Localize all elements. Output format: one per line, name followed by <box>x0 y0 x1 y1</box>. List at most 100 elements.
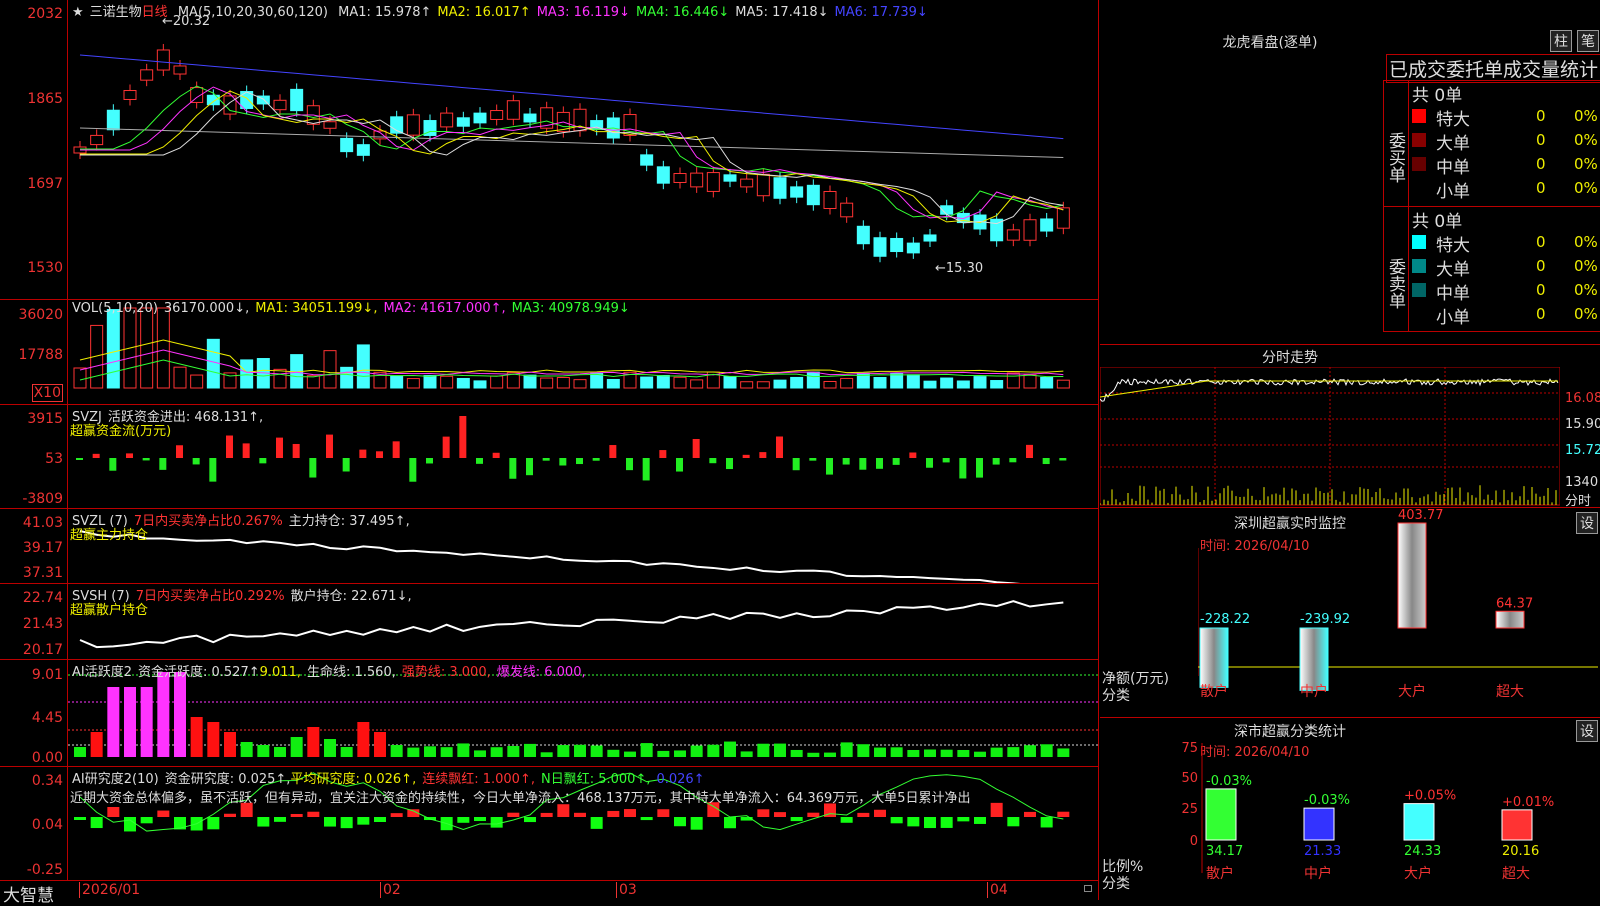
y-label: 9.01 <box>31 667 63 683</box>
value-label: 64.37 <box>1496 596 1533 611</box>
research-bar <box>290 813 303 817</box>
category-label: 中户 <box>1304 865 1332 882</box>
volume-bar <box>440 375 454 389</box>
research-bar <box>107 806 120 817</box>
color-swatch <box>1412 181 1426 195</box>
activity-bar <box>624 751 636 757</box>
vol-value: 36170.000↓, <box>163 301 250 316</box>
activity-bar <box>574 744 586 757</box>
svzl-y-axis: 41.03 39.17 37.31 <box>0 509 68 583</box>
sz-panel[interactable]: 深圳超赢实时监控 设 时间: 2026/04/10 403.77189.21-2… <box>1100 508 1600 718</box>
bar-button[interactable]: 柱 <box>1550 30 1572 52</box>
order-type: 特大 <box>1436 236 1470 256</box>
flow-bar <box>342 458 350 472</box>
flow-bar <box>609 445 617 458</box>
activity-bar <box>1057 748 1070 757</box>
activity-bar <box>774 743 786 757</box>
price-line <box>1100 378 1559 402</box>
star-icon[interactable]: ★ <box>72 5 84 20</box>
research-bar <box>624 809 636 817</box>
flow-bar <box>442 436 450 458</box>
research-bar <box>874 809 886 817</box>
flow-bar <box>876 458 883 469</box>
research-bar <box>907 817 920 827</box>
color-swatch <box>1412 283 1426 297</box>
fs-panel[interactable]: 分时走势 16.08 15.90 15.72 1340 分时 <box>1100 345 1600 509</box>
ai-research-panel[interactable]: 0.34 0.04 -0.25 AI研究度2(10) 资金研究度: 0.025↑,… <box>0 767 1098 881</box>
sf-chart[interactable]: 75 50 25 0 -0.03% 34.17 散户 -0.03% 21.33 中户 +0.05% 2… <box>1168 718 1568 900</box>
flow-bar <box>709 458 717 464</box>
ai1-strong: 强势线: 3.000, <box>401 665 491 680</box>
research-bar <box>924 817 936 829</box>
candle-body <box>740 178 754 188</box>
volume-bar <box>73 367 87 389</box>
flow-bar <box>759 452 767 458</box>
holding-line <box>79 530 1021 583</box>
activity-bar <box>1024 745 1036 757</box>
flow-bar <box>959 458 967 479</box>
candle-body <box>406 114 420 136</box>
volume-bar <box>106 309 120 389</box>
y-label: -0.25 <box>26 862 63 878</box>
flow-bar <box>726 458 733 470</box>
candle-body <box>923 234 937 242</box>
fs-lab: 分时 <box>1565 494 1592 509</box>
sell-total: 共 0单 <box>1412 212 1463 232</box>
volume-bar <box>823 380 837 389</box>
activity-bar <box>890 747 903 757</box>
svzj-sub: 超赢资金流(万元) <box>70 424 172 439</box>
y-label: 1530 <box>27 260 63 276</box>
research-bar <box>157 810 170 817</box>
ratio-bar <box>1205 788 1237 841</box>
research-bar <box>757 809 770 817</box>
svzl-panel[interactable]: 41.03 39.17 37.31 SVZL (7) 7日内买卖净占比0.267%… <box>0 509 1098 584</box>
tick-button[interactable]: 笔 <box>1577 30 1599 52</box>
category-label: 散户 <box>1206 865 1234 882</box>
lock-icon[interactable] <box>1084 885 1092 892</box>
activity-bar <box>457 743 470 757</box>
flow-bar <box>359 449 367 458</box>
sz-chart[interactable]: 403.77189.21-25.36-239.92-228.22散户-239.9… <box>1198 508 1598 718</box>
activity-bar <box>740 751 753 757</box>
ai1-name: AI活跃度2 <box>72 665 132 680</box>
candle-body <box>106 109 120 131</box>
volume-bar <box>406 378 420 389</box>
candle-body <box>656 166 670 184</box>
lhb-panel[interactable]: 龙虎看盘(逐单) 柱 笔 已成交委托单成交量统计 委买单 共 0单 特大 0 0% 大… <box>1100 0 1600 345</box>
research-bar <box>940 817 953 828</box>
sf-xlab: 分类 <box>1102 876 1130 892</box>
value-bar <box>1199 627 1229 688</box>
ai-activity-panel[interactable]: 9.01 4.45 0.00 AI活跃度2 资金活跃度: 0.527↑9.011,… <box>0 660 1098 767</box>
activity-bar <box>840 742 853 757</box>
flow-bar <box>859 458 867 470</box>
research-bar <box>340 817 353 829</box>
flow-bar <box>676 458 683 472</box>
volume-bar <box>540 377 554 389</box>
activity-bar <box>90 732 103 757</box>
activity-bar <box>274 747 286 757</box>
settings-button[interactable]: 设 <box>1576 720 1598 742</box>
research-bar <box>840 817 853 823</box>
flow-bar <box>1009 458 1017 463</box>
ma-value: MA3: 16.119↓ <box>536 5 630 20</box>
fs-chart[interactable] <box>1100 367 1560 507</box>
high-price-label: ←20.32 <box>162 14 211 29</box>
sf-panel[interactable]: 深市超赢分类统计 设 时间: 2026/04/10 75 50 25 0 -0.03% 3… <box>1100 718 1600 900</box>
svsh-panel[interactable]: 22.74 21.43 20.17 SVSH (7) 7日内买卖净占比0.292%… <box>0 584 1098 660</box>
svzj-panel[interactable]: 3915 53 -3809 SVZJ 活跃资金进出: 468.131↑, 超赢资金… <box>0 405 1098 509</box>
kline-panel[interactable]: 2032 1865 1697 1530 ★ 三诺生物日线 MA(5,10,20,3… <box>0 0 1098 300</box>
pct-label: +0.05% <box>1404 789 1456 804</box>
ratio-bar <box>1303 807 1335 841</box>
y-label: 50 <box>1181 771 1198 786</box>
volume-panel[interactable]: 36020 17788 X10 VOL(5,10,20) 36170.000↓, M… <box>0 300 1098 405</box>
research-bar <box>1024 811 1036 817</box>
volume-bar <box>306 375 320 389</box>
research-bar <box>957 817 970 822</box>
value-bar <box>1397 522 1427 629</box>
candle-body <box>440 112 454 128</box>
candle-body <box>990 218 1004 242</box>
kline-chart[interactable] <box>68 0 1098 300</box>
candle-body <box>706 172 720 192</box>
activity-bar <box>874 747 886 757</box>
order-pct: 0% <box>1574 179 1598 197</box>
